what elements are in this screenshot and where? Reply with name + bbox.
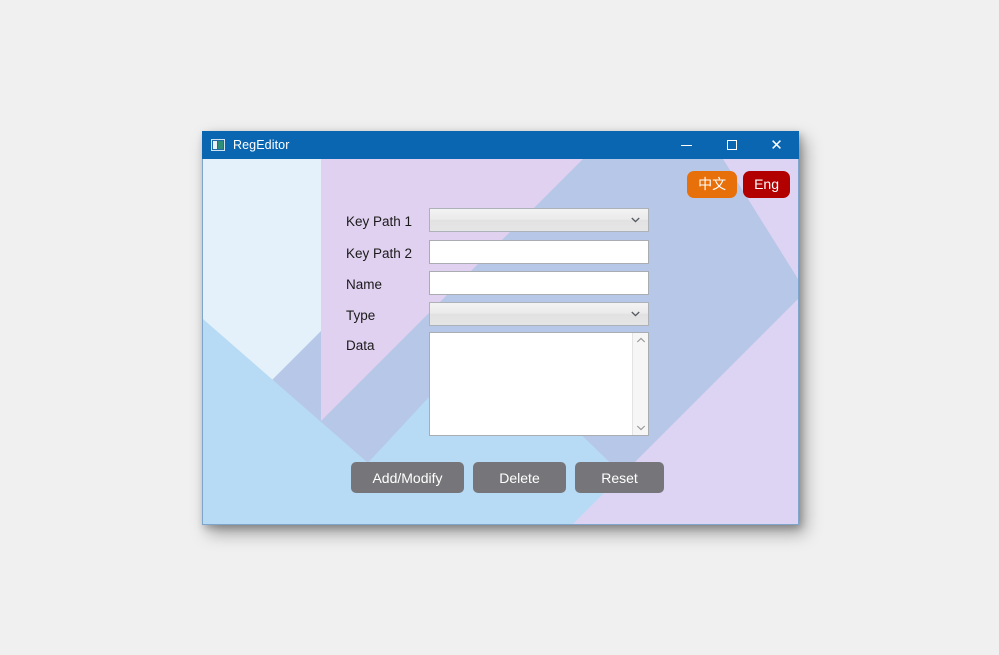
key-path-1-select[interactable]: [429, 208, 649, 232]
window-title: RegEditor: [233, 137, 290, 152]
data-textarea-wrapper: [429, 332, 649, 436]
regeditor-window: RegEditor ✕ 中文 Eng Key Path 1 Key Path 2…: [202, 131, 799, 525]
delete-button[interactable]: Delete: [473, 462, 566, 493]
label-name: Name: [346, 277, 383, 292]
type-select[interactable]: [429, 302, 649, 326]
language-toggle-group: 中文 Eng: [687, 171, 790, 198]
chevron-down-icon: [631, 217, 640, 223]
title-bar[interactable]: RegEditor ✕: [202, 131, 799, 159]
label-key-path-2: Key Path 2: [346, 246, 413, 261]
scroll-up-icon[interactable]: [636, 337, 645, 343]
chevron-down-icon: [631, 311, 640, 317]
data-textarea[interactable]: [430, 333, 632, 435]
label-data: Data: [346, 338, 375, 353]
close-button[interactable]: ✕: [754, 131, 799, 159]
app-icon: [211, 139, 225, 151]
screen: RegEditor ✕ 中文 Eng Key Path 1 Key Path 2…: [0, 0, 999, 655]
minimize-icon: [681, 144, 692, 146]
add-modify-button[interactable]: Add/Modify: [351, 462, 464, 493]
name-input[interactable]: [429, 271, 649, 295]
close-icon: ✕: [770, 135, 783, 154]
language-english-button[interactable]: Eng: [743, 171, 790, 198]
data-scrollbar[interactable]: [632, 333, 648, 435]
window-controls: ✕: [664, 131, 799, 159]
label-type: Type: [346, 308, 376, 323]
maximize-button[interactable]: [709, 131, 754, 159]
label-key-path-1: Key Path 1: [346, 214, 413, 229]
reset-button[interactable]: Reset: [575, 462, 664, 493]
language-chinese-button[interactable]: 中文: [687, 171, 738, 198]
action-button-group: Add/Modify Delete Reset: [351, 462, 664, 493]
scroll-down-icon[interactable]: [636, 425, 645, 431]
minimize-button[interactable]: [664, 131, 709, 159]
maximize-icon: [726, 140, 737, 150]
key-path-2-input[interactable]: [429, 240, 649, 264]
client-area: 中文 Eng Key Path 1 Key Path 2 Name Type D…: [202, 159, 799, 525]
